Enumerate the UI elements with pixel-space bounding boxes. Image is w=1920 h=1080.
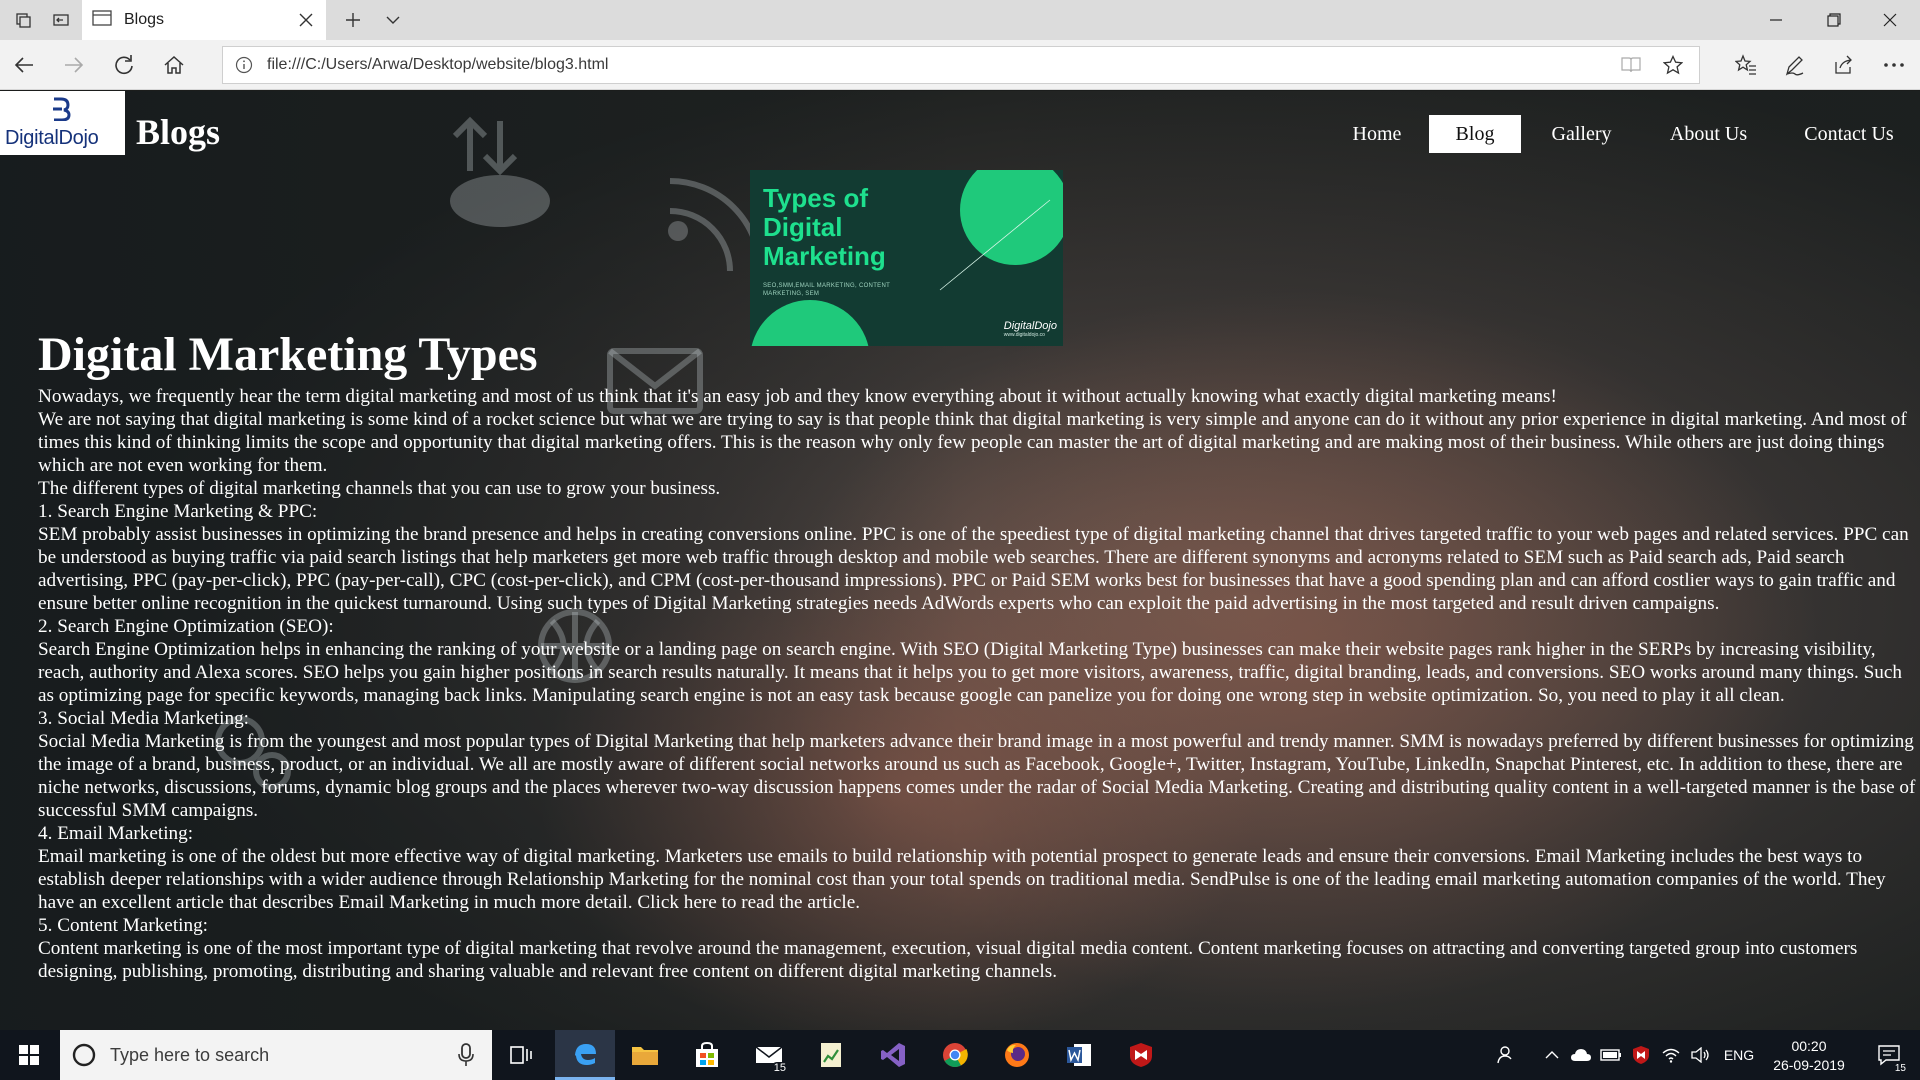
url-text: file:///C:/Users/Arwa/Desktop/website/bl… <box>267 56 609 73</box>
tab-title: Blogs <box>124 11 165 28</box>
taskbar-search-box[interactable]: Type here to search <box>60 1030 492 1080</box>
logo-mark-icon <box>50 97 72 126</box>
page-icon <box>92 9 112 32</box>
mail-icon[interactable]: 15 <box>741 1030 797 1080</box>
article-paragraph: Nowadays, we frequently hear the term di… <box>38 386 1557 407</box>
more-icon[interactable] <box>1874 45 1914 85</box>
mcafee-icon[interactable] <box>1113 1030 1169 1080</box>
article-paragraph: Search Engine Optimization helps in enha… <box>38 639 1902 706</box>
taskbar: Type here to search 15 ENG 00:20 26-09-2… <box>0 1030 1920 1080</box>
clock[interactable]: 00:20 26-09-2019 <box>1764 1037 1854 1075</box>
home-icon[interactable] <box>154 45 194 85</box>
people-icon[interactable] <box>1494 1030 1520 1080</box>
article-paragraph: Email marketing is one of the oldest but… <box>38 846 1886 913</box>
reading-view-icon[interactable] <box>1621 56 1641 79</box>
site-title: Blogs <box>136 112 221 152</box>
action-center-icon[interactable]: 15 <box>1864 1030 1914 1080</box>
start-windows-icon[interactable] <box>0 1030 58 1080</box>
hero-subtitle: SEO,SMM,EMAIL MARKETING, CONTENT MARKETI… <box>763 283 891 297</box>
article-paragraph: Social Media Marketing is from the young… <box>38 731 1916 821</box>
info-icon[interactable] <box>235 56 253 79</box>
nav-about-us[interactable]: About Us <box>1651 115 1766 153</box>
task-view-icon[interactable] <box>496 1030 546 1080</box>
section-heading: 3. Social Media Marketing: <box>38 708 250 729</box>
set-tabs-aside-icon[interactable] <box>38 0 84 40</box>
minimize-icon[interactable] <box>1748 0 1804 40</box>
microphone-icon[interactable] <box>458 1043 474 1072</box>
show-hidden-icons-chevron-icon[interactable] <box>1540 1030 1564 1080</box>
share-icon[interactable] <box>1824 45 1864 85</box>
article-paragraph: We are not saying that digital marketing… <box>38 409 1907 476</box>
volume-icon[interactable] <box>1688 1030 1714 1080</box>
logo-text: DigitalDojo <box>5 127 99 149</box>
back-icon[interactable] <box>4 45 44 85</box>
hero-title: Types of Digital Marketing <box>763 183 886 271</box>
hero-logo: DigitalDojo www.digitaldojo.co <box>1004 320 1057 338</box>
word-icon[interactable] <box>1051 1030 1107 1080</box>
address-bar[interactable]: file:///C:/Users/Arwa/Desktop/website/bl… <box>222 46 1700 84</box>
hero-logo-url: www.digitaldojo.co <box>1003 332 1045 338</box>
close-tab-icon[interactable] <box>294 8 318 32</box>
search-placeholder: Type here to search <box>110 1045 270 1065</box>
security-shield-icon[interactable] <box>1628 1030 1654 1080</box>
wifi-icon[interactable] <box>1658 1030 1684 1080</box>
tab-preview-chevron-icon[interactable] <box>370 0 416 40</box>
browser-toolbar: file:///C:/Users/Arwa/Desktop/website/bl… <box>0 40 1920 90</box>
language-indicator[interactable]: ENG <box>1718 1030 1760 1080</box>
section-heading: 1. Search Engine Marketing & PPC: <box>38 501 318 522</box>
onedrive-icon[interactable] <box>1568 1030 1594 1080</box>
chrome-icon[interactable] <box>927 1030 983 1080</box>
spreadsheet-app-icon[interactable] <box>803 1030 859 1080</box>
battery-icon[interactable] <box>1598 1030 1624 1080</box>
refresh-icon[interactable] <box>104 45 144 85</box>
restore-icon[interactable] <box>1806 0 1862 40</box>
favorite-star-icon[interactable] <box>1662 54 1684 80</box>
favorites-icon[interactable] <box>1726 45 1766 85</box>
article-paragraph: Content marketing is one of the most imp… <box>38 938 1858 982</box>
firefox-icon[interactable] <box>989 1030 1045 1080</box>
browser-titlebar: Blogs <box>0 0 1920 40</box>
store-icon[interactable] <box>679 1030 735 1080</box>
close-window-icon[interactable] <box>1862 0 1918 40</box>
language-label: ENG <box>1723 1047 1755 1063</box>
nav-contact-us[interactable]: Contact Us <box>1786 115 1912 153</box>
edge-browser-icon[interactable] <box>555 1030 615 1080</box>
site-logo[interactable]: DigitalDojo <box>0 91 125 155</box>
article-heading: Digital Marketing Types <box>38 328 538 381</box>
clock-date: 26-09-2019 <box>1773 1057 1845 1073</box>
mail-badge: 15 <box>770 1062 789 1074</box>
article-paragraph: The different types of digital marketing… <box>38 478 721 499</box>
hero-image: Types of Digital Marketing SEO,SMM,EMAIL… <box>750 170 1063 346</box>
file-explorer-icon[interactable] <box>617 1030 673 1080</box>
hero-logo-text: DigitalDojo <box>1003 320 1057 332</box>
forward-icon[interactable] <box>54 45 94 85</box>
nav-gallery[interactable]: Gallery <box>1535 115 1628 153</box>
section-heading: 4. Email Marketing: <box>38 823 194 844</box>
page-content: DigitalDojo Blogs Home Blog Gallery Abou… <box>0 91 1920 1030</box>
notification-count: 15 <box>1892 1063 1908 1074</box>
visual-studio-icon[interactable] <box>865 1030 921 1080</box>
section-heading: 2. Search Engine Optimization (SEO): <box>38 616 334 637</box>
nav-home[interactable]: Home <box>1330 115 1424 153</box>
search-icon <box>72 1043 96 1072</box>
nav-blog[interactable]: Blog <box>1429 115 1521 153</box>
section-heading: 5. Content Marketing: <box>38 915 208 936</box>
browser-tab[interactable]: Blogs <box>82 0 326 40</box>
web-page: DigitalDojo Blogs Home Blog Gallery Abou… <box>0 91 1920 1030</box>
clock-time: 00:20 <box>1791 1038 1827 1054</box>
article-paragraph: SEM probably assist businesses in optimi… <box>38 524 1909 614</box>
article-body: Nowadays, we frequently hear the term di… <box>38 385 1918 983</box>
pen-icon[interactable] <box>1774 45 1814 85</box>
